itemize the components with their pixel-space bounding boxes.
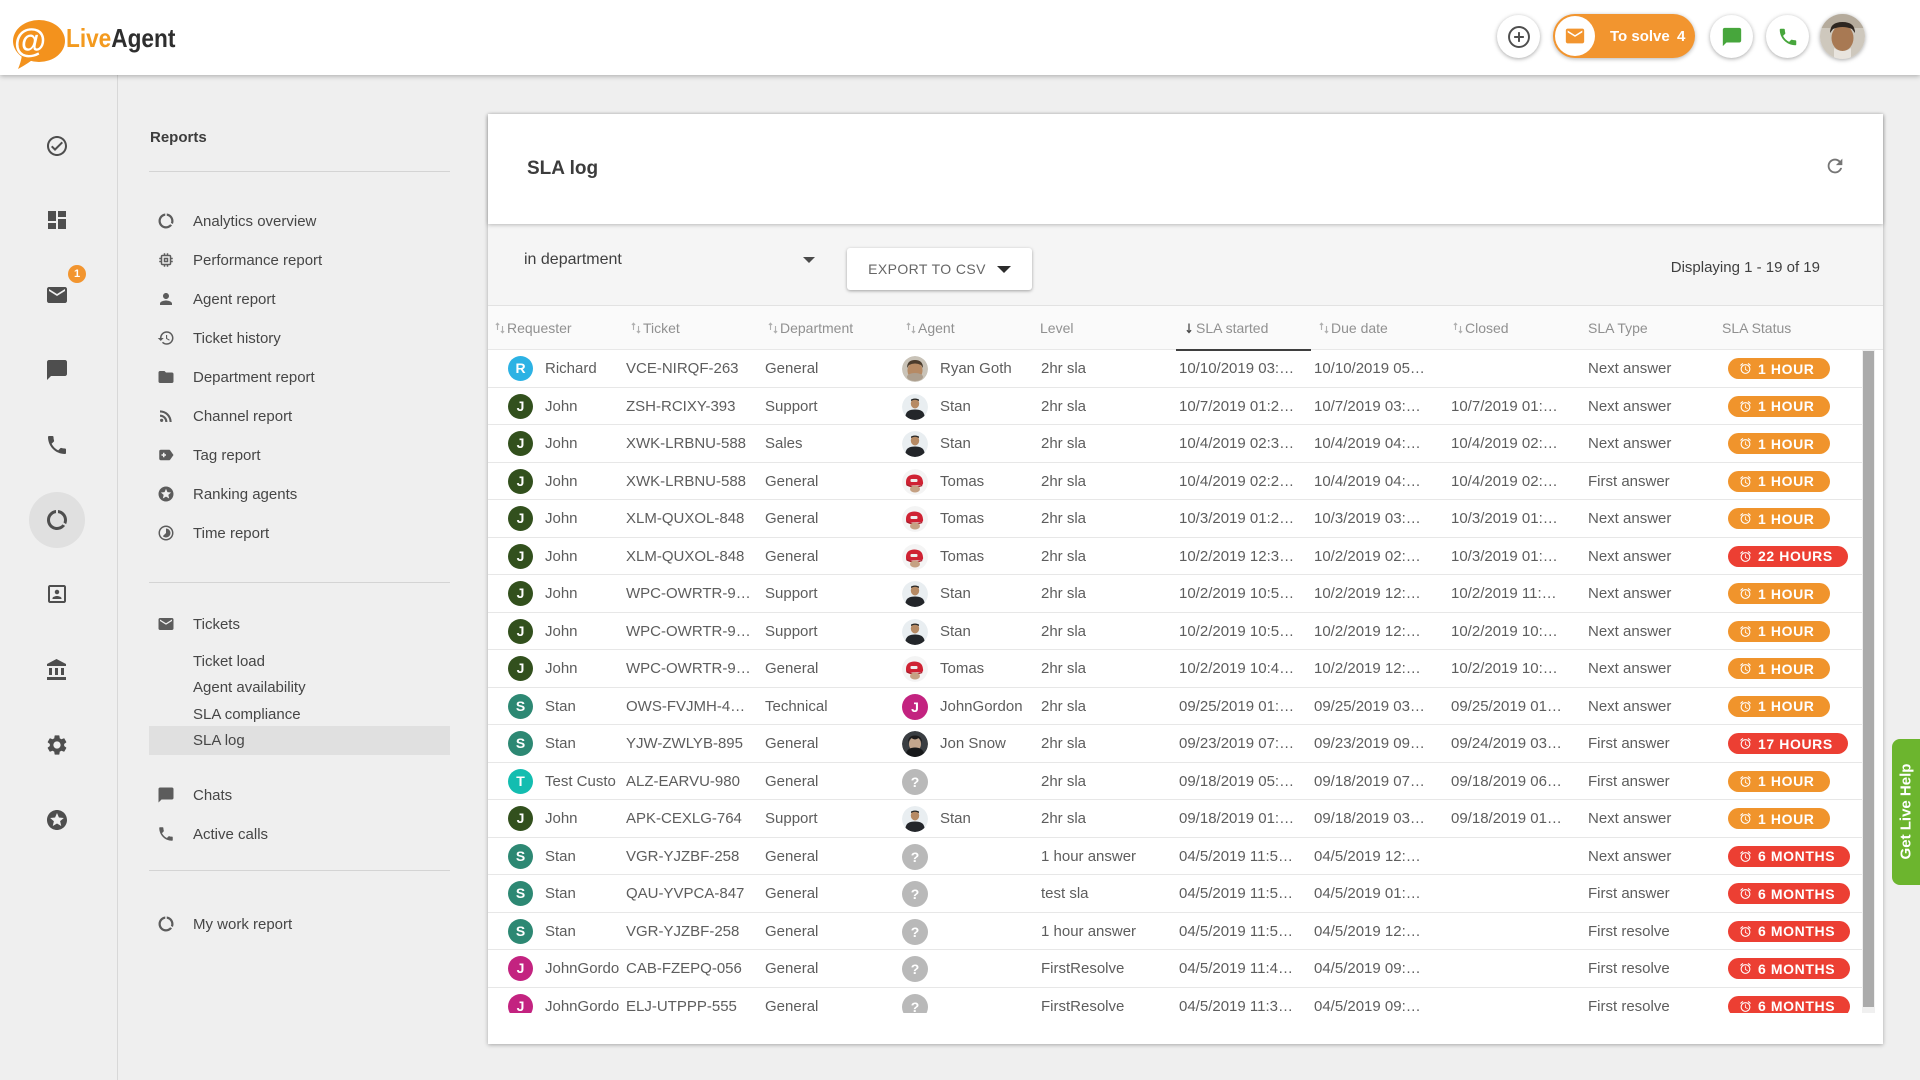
svg-text:@: @ bbox=[14, 22, 46, 59]
